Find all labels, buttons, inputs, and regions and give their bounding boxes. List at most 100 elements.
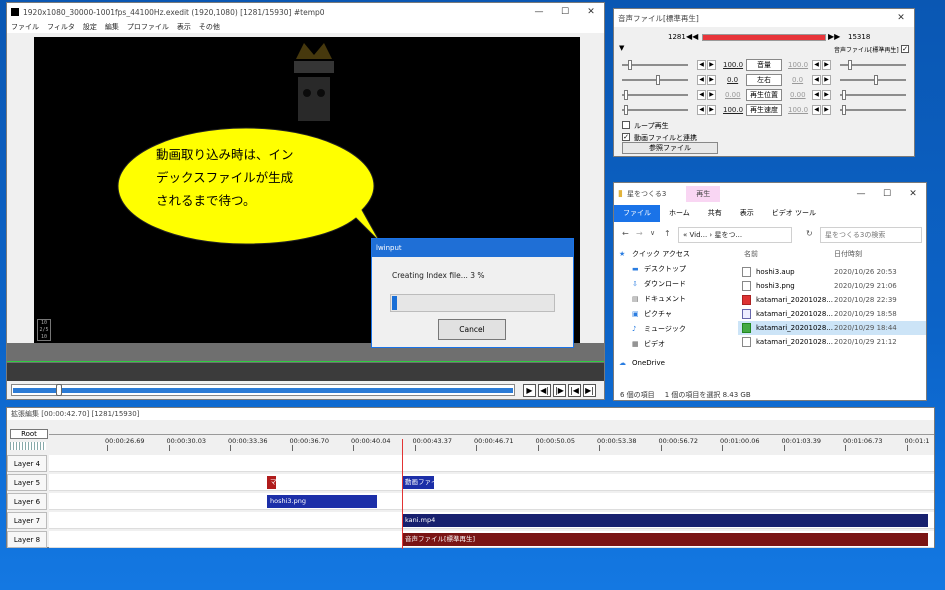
root-button[interactable]: Root — [10, 429, 48, 439]
position-knob-left[interactable] — [624, 90, 628, 100]
object-enabled-checkbox[interactable]: ✓ — [901, 45, 909, 53]
up-arrow-icon[interactable]: ↑ — [664, 229, 671, 238]
layer-track[interactable]: マ 動画ファイ — [49, 474, 934, 491]
play-icon[interactable]: ▶ — [523, 384, 536, 397]
speed-dec-button[interactable]: ◀ — [697, 105, 706, 115]
nav-downloads[interactable]: ⇩ ダウンロード — [614, 277, 726, 292]
file-row[interactable]: hoshi3.aup 2020/10/26 20:53 — [738, 265, 926, 279]
volume-value-end[interactable]: 100.0 — [788, 61, 808, 69]
speed-value[interactable]: 100.0 — [723, 106, 743, 114]
back-arrow-icon[interactable]: ← — [622, 229, 629, 238]
file-row[interactable]: hoshi3.png 2020/10/29 21:06 — [738, 279, 926, 293]
search-input[interactable]: 星をつくる3の検索 — [820, 227, 922, 243]
ribbon-tab-home[interactable]: ホーム — [660, 205, 699, 222]
forward-arrow-icon[interactable]: → — [636, 229, 643, 238]
explorer-minimize-button[interactable]: — — [848, 185, 874, 203]
pan-value-end[interactable]: 0.0 — [792, 76, 803, 84]
explorer-close-button[interactable]: ✕ — [900, 185, 926, 203]
speed-value-end[interactable]: 100.0 — [788, 106, 808, 114]
pan-slider-right[interactable] — [840, 79, 906, 81]
maximize-button[interactable]: ☐ — [552, 3, 578, 21]
timeline-titlebar[interactable]: 拡張編集 [00:00:42.70] [1281/15930] — [7, 408, 934, 420]
volume-label-button[interactable]: 音量 — [746, 59, 782, 71]
layer-label[interactable]: Layer 5 — [7, 474, 47, 491]
pan-dec-button[interactable]: ◀ — [697, 75, 706, 85]
menu-profile[interactable]: プロファイル — [127, 22, 169, 32]
volume-dec-button[interactable]: ◀ — [697, 60, 706, 70]
nav-documents[interactable]: ▤ ドキュメント — [614, 292, 726, 307]
explorer-titlebar[interactable]: ▮ 星をつくる3 再生 — ☐ ✕ — [614, 183, 926, 205]
pan-knob-right[interactable] — [874, 75, 878, 85]
loop-checkbox[interactable] — [622, 121, 630, 129]
volume-value[interactable]: 100.0 — [723, 61, 743, 69]
step-back-icon[interactable]: ◀| — [538, 384, 551, 397]
pan-end-inc-button[interactable]: ▶ — [822, 75, 831, 85]
menu-edit[interactable]: 編集 — [105, 22, 119, 32]
pan-label-button[interactable]: 左右 — [746, 74, 782, 86]
frame-range-bar[interactable] — [702, 34, 826, 41]
volume-end-dec-button[interactable]: ◀ — [812, 60, 821, 70]
pan-inc-button[interactable]: ▶ — [707, 75, 716, 85]
seek-bar[interactable] — [11, 384, 515, 396]
pan-slider-left[interactable] — [622, 79, 688, 81]
volume-inc-button[interactable]: ▶ — [707, 60, 716, 70]
context-tab-play[interactable]: 再生 — [686, 186, 721, 202]
volume-end-inc-button[interactable]: ▶ — [822, 60, 831, 70]
menu-view[interactable]: 表示 — [177, 22, 191, 32]
layer-label[interactable]: Layer 6 — [7, 493, 47, 510]
nav-pictures[interactable]: ▣ ピクチャ — [614, 307, 726, 322]
seek-thumb[interactable] — [56, 384, 62, 396]
position-value-end[interactable]: 0.00 — [790, 91, 806, 99]
refresh-icon[interactable]: ↻ — [806, 229, 813, 238]
speed-inc-button[interactable]: ▶ — [707, 105, 716, 115]
ribbon-tab-view[interactable]: 表示 — [731, 205, 763, 222]
menu-settings[interactable]: 設定 — [83, 22, 97, 32]
address-bar[interactable]: « Vid... › 星をつ... — [678, 227, 792, 243]
position-knob-right[interactable] — [842, 90, 846, 100]
fast-forward-icon[interactable]: ▶▶ — [828, 32, 840, 41]
position-value[interactable]: 0.00 — [725, 91, 741, 99]
link-video-checkbox[interactable]: ✓ — [622, 133, 630, 141]
volume-knob-left[interactable] — [628, 60, 632, 70]
go-end-icon[interactable]: ▶| — [583, 384, 596, 397]
audio-titlebar[interactable]: 音声ファイル[標準再生] ✕ — [614, 9, 914, 27]
ruler-scrollbar[interactable] — [49, 429, 934, 435]
position-label-button[interactable]: 再生位置 — [746, 89, 782, 101]
layer-label[interactable]: Layer 7 — [7, 512, 47, 529]
nav-music[interactable]: ♪ ミュージック — [614, 322, 726, 337]
timeline-clip[interactable]: hoshi3.png — [267, 495, 377, 508]
file-row[interactable]: katamari_20201028... 2020/10/29 21:12 — [738, 335, 926, 349]
browse-file-button[interactable]: 参照ファイル — [622, 142, 718, 154]
audio-close-button[interactable]: ✕ — [888, 9, 914, 27]
layer-track[interactable]: kani.mp4 — [49, 512, 934, 529]
ribbon-tab-video-tools[interactable]: ビデオ ツール — [763, 205, 825, 222]
menu-other[interactable]: その他 — [199, 22, 220, 32]
recent-dropdown-icon[interactable]: ∨ — [650, 229, 655, 237]
speed-slider-right[interactable] — [840, 109, 906, 111]
position-inc-button[interactable]: ▶ — [707, 90, 716, 100]
file-row[interactable]: katamari_20201028... 2020/10/29 18:58 — [738, 307, 926, 321]
timeline-clip[interactable]: kani.mp4 — [402, 514, 928, 527]
nav-desktop[interactable]: ▬ デスクトップ — [614, 262, 726, 277]
menu-triangle-icon[interactable]: ▼ — [619, 44, 624, 52]
pan-knob-left[interactable] — [656, 75, 660, 85]
pan-value[interactable]: 0.0 — [727, 76, 738, 84]
speed-end-dec-button[interactable]: ◀ — [812, 105, 821, 115]
close-button[interactable]: ✕ — [578, 3, 604, 21]
nav-quick-access[interactable]: ★ クイック アクセス — [614, 247, 726, 262]
position-end-dec-button[interactable]: ◀ — [812, 90, 821, 100]
column-header-name[interactable]: 名前 — [744, 247, 824, 261]
menu-file[interactable]: ファイル — [11, 22, 39, 32]
layer-label[interactable]: Layer 8 — [7, 531, 47, 548]
column-header-date[interactable]: 日付時刻 — [834, 247, 862, 261]
speed-knob-right[interactable] — [842, 105, 846, 115]
step-forward-icon[interactable]: |▶ — [553, 384, 566, 397]
volume-knob-right[interactable] — [848, 60, 852, 70]
layer-track[interactable]: 音声ファイル[標準再生] — [49, 531, 934, 548]
file-row[interactable]: katamari_20201028... 2020/10/28 22:39 — [738, 293, 926, 307]
layer-track[interactable]: hoshi3.png — [49, 493, 934, 510]
timeline-ruler[interactable]: 00:00:26.69 00:00:30.03 00:00:33.36 00:00:3… — [49, 429, 934, 453]
nav-videos[interactable]: ▦ ビデオ — [614, 337, 726, 352]
main-titlebar[interactable]: 1920x1080_30000-1001fps_44100Hz.exedit (… — [7, 3, 604, 21]
scale-bar[interactable] — [10, 442, 46, 450]
